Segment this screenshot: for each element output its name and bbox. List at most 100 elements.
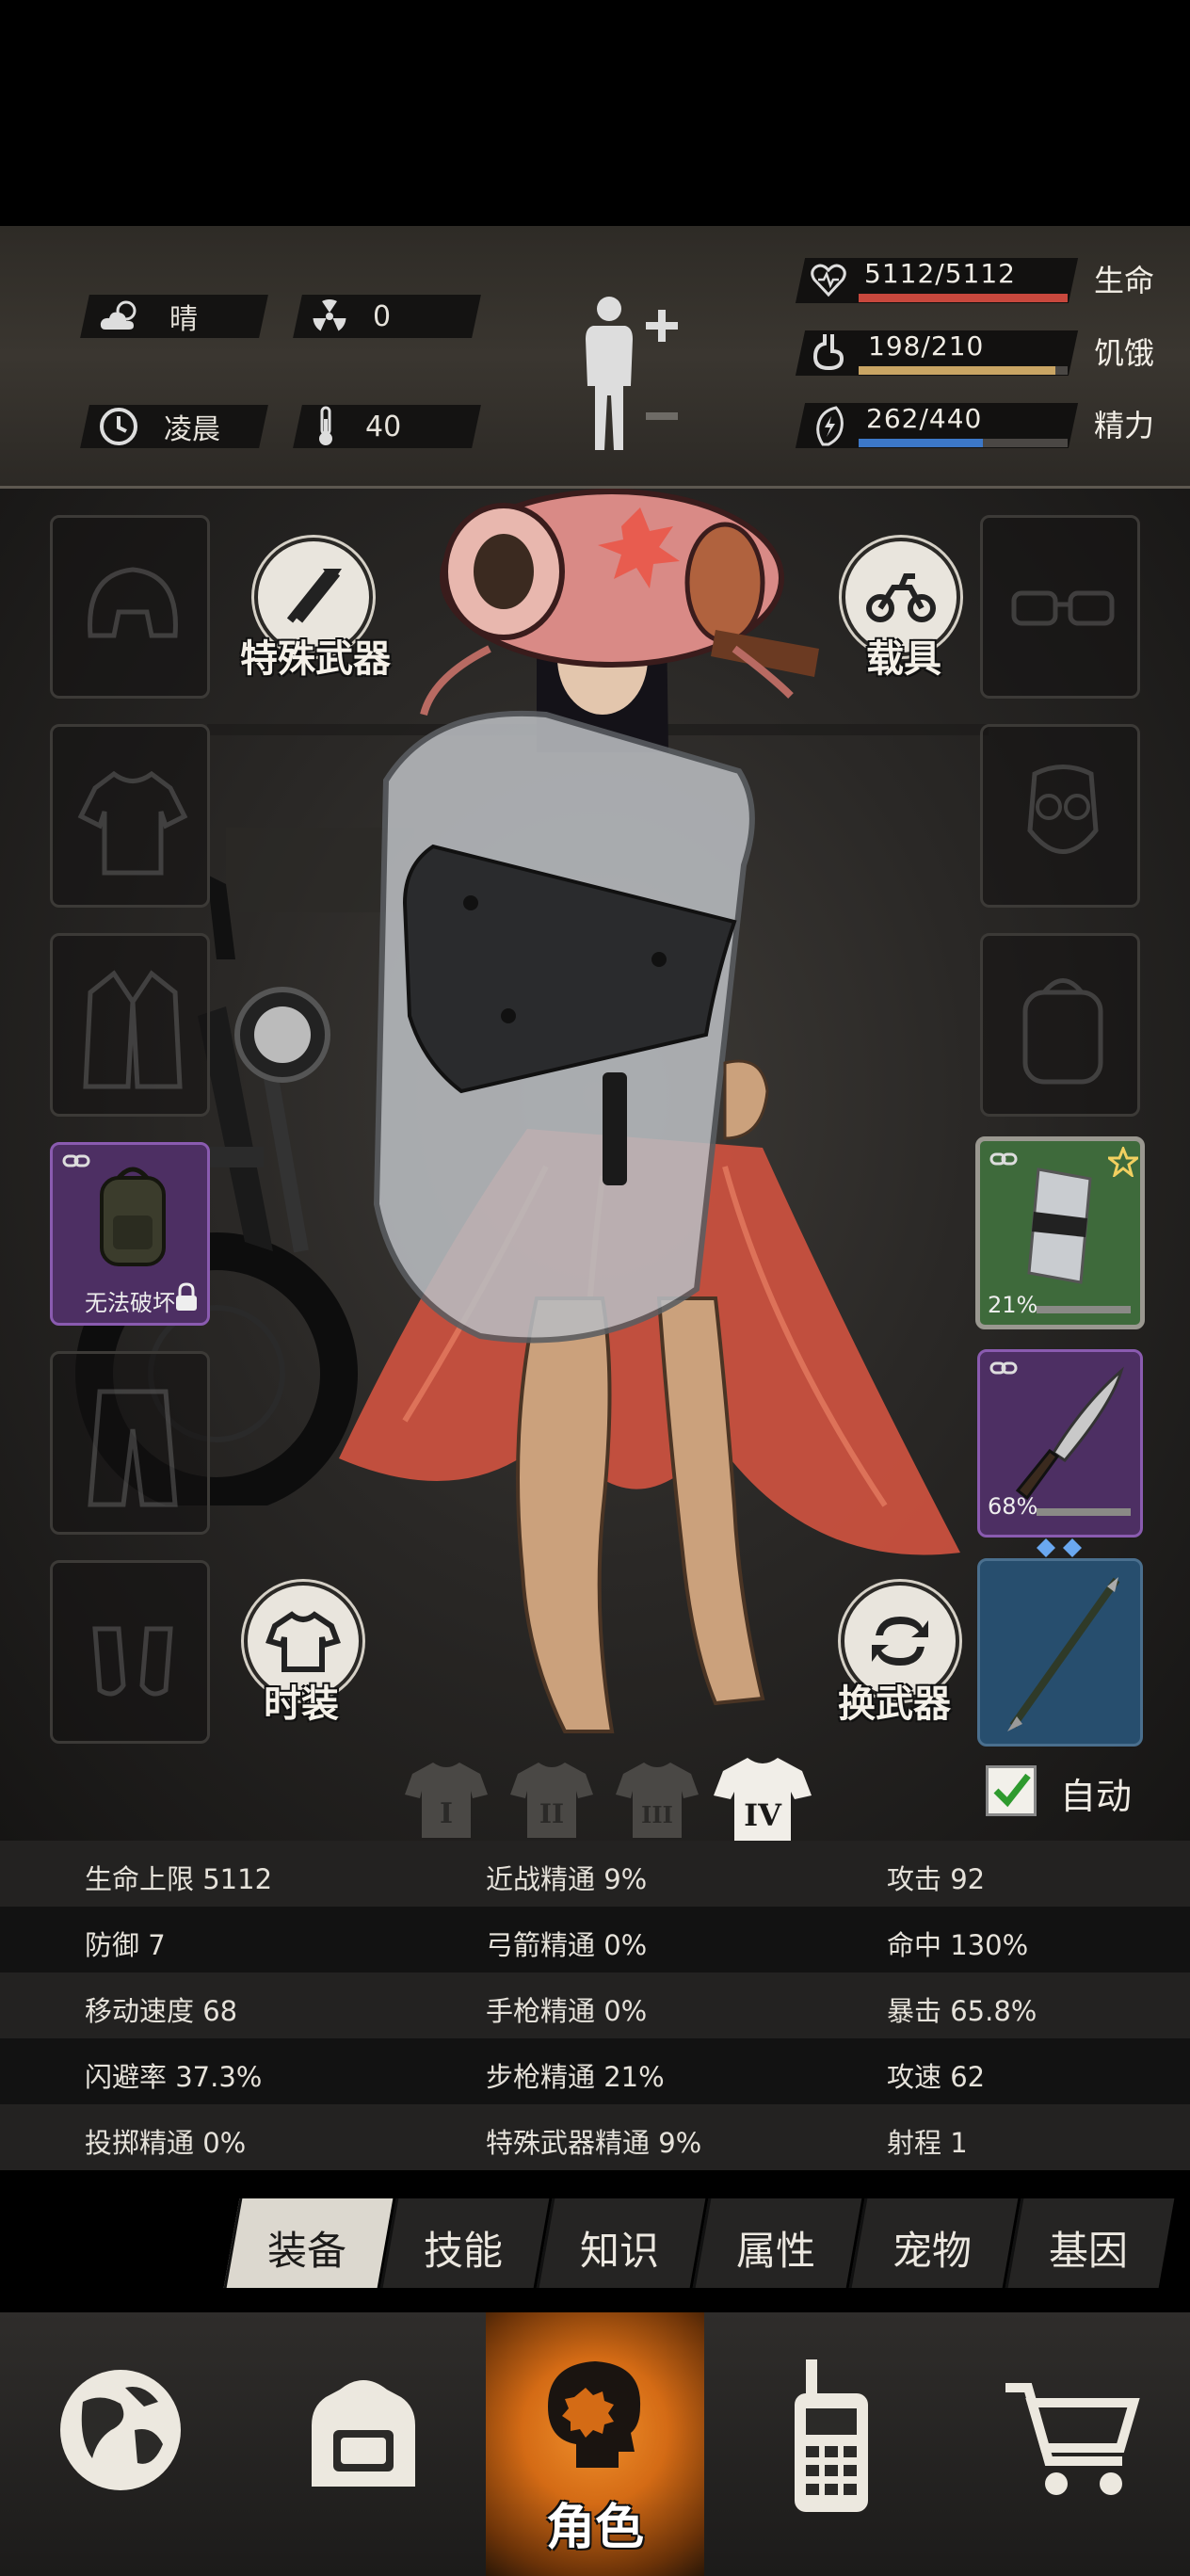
outfit-preset-3[interactable]: III — [614, 1755, 700, 1841]
temperature-value: 40 — [365, 410, 402, 443]
head-profile-icon — [548, 2361, 641, 2468]
nav-backpack[interactable] — [243, 2312, 486, 2576]
shoes-icon — [92, 1626, 173, 1697]
slot-backpack[interactable]: 无法破坏 — [50, 1142, 210, 1326]
stat-crit: 暴击 65.8% — [887, 1995, 1037, 2027]
star-icon — [1108, 1147, 1138, 1177]
stat-dodge: 闪避率 37.3% — [85, 2061, 263, 2093]
bottom-nav: 角色 — [0, 2312, 1190, 2576]
backpack-item-icon — [100, 1167, 166, 1266]
walkie-talkie-icon — [795, 2359, 868, 2512]
weather-indicator: 晴 — [98, 295, 198, 338]
auto-label: 自动 — [1060, 1776, 1133, 1817]
slot-bag[interactable] — [980, 933, 1140, 1117]
vehicle-label: 载具 — [866, 637, 941, 681]
slot-coat[interactable] — [50, 933, 210, 1117]
spear-item-icon — [1007, 1577, 1120, 1731]
tab-skills-label: 技能 — [423, 2228, 503, 2274]
energy-label: 精力 — [1094, 408, 1155, 443]
tab-attributes-label: 属性 — [735, 2228, 815, 2274]
tab-pets-label: 宠物 — [892, 2228, 972, 2274]
stat-range: 射程 1 — [887, 2127, 968, 2159]
character-area: 无法破坏 21% 68% 特殊武器 载具 时装 换武器 I II III IV … — [0, 489, 1190, 1841]
status-panel: 晴 0 凌晨 40 5112/5112 生命 198/210 饥饿 262/44… — [0, 226, 1190, 489]
radiation-value: 0 — [373, 299, 392, 333]
shopping-cart-icon — [1005, 2383, 1140, 2495]
knife-durability-bar — [1037, 1508, 1131, 1516]
stat-bow-mastery: 弓箭精通 0% — [486, 1929, 648, 1961]
auto-checkbox[interactable] — [986, 1765, 1037, 1816]
lock-icon — [176, 1282, 197, 1311]
stat-max-health: 生命上限 5112 — [85, 1863, 273, 1895]
stat-throw-mastery: 投掷精通 0% — [85, 2127, 247, 2159]
stat-special-weapon-mastery: 特殊武器精通 9% — [486, 2127, 702, 2159]
slot-pants[interactable] — [50, 1351, 210, 1535]
shield-durability-bar — [1037, 1306, 1131, 1313]
energy-bar — [859, 439, 1068, 447]
hunger-bar — [859, 366, 1068, 375]
energy-text: 262/440 — [866, 403, 983, 434]
backpack-icon — [312, 2380, 415, 2487]
coat-icon — [83, 970, 183, 1089]
slot-melee-weapon[interactable]: 68% — [977, 1349, 1143, 1557]
slot-shield[interactable]: 21% — [975, 1136, 1145, 1329]
glasses-icon — [1011, 590, 1115, 626]
energy-bar-fill — [859, 439, 984, 447]
body-status-icon[interactable] — [576, 292, 680, 457]
time-value: 凌晨 — [164, 413, 220, 446]
stats-row: 移动速度 68 手枪精通 0% 暴击 65.8% — [0, 1972, 1190, 2038]
hunger-bar-fill — [859, 366, 1056, 375]
shield-durability: 21% — [988, 1292, 1038, 1318]
nav-radio[interactable] — [704, 2312, 947, 2576]
backpack-note: 无法破坏 — [85, 1290, 175, 1316]
slot-mask[interactable] — [980, 724, 1140, 908]
stat-accuracy: 命中 130% — [887, 1929, 1029, 1961]
radiation-icon — [313, 299, 346, 331]
clock-icon — [100, 408, 137, 445]
slot-shoes[interactable] — [50, 1560, 210, 1744]
hunger-label: 饥饿 — [1094, 335, 1155, 371]
tshirt-icon — [265, 1611, 341, 1672]
nav-character-active[interactable]: 角色 — [486, 2312, 704, 2576]
hunger-text: 198/210 — [868, 330, 985, 362]
link-icon — [989, 1152, 1018, 1166]
health-bar-fill — [859, 294, 1068, 302]
outfit-preset-4-numeral: IV — [744, 1797, 782, 1833]
cloud-sun-icon — [100, 300, 137, 330]
outfit-preset-2[interactable]: II — [508, 1755, 595, 1841]
swap-weapon-label: 换武器 — [838, 1682, 951, 1726]
stat-attack-speed: 攻速 62 — [887, 2061, 986, 2093]
outfit-preset-3-numeral: III — [641, 1801, 673, 1828]
outfit-preset-1[interactable]: I — [403, 1755, 490, 1841]
nav-shop[interactable] — [947, 2312, 1190, 2576]
riot-shield-item-icon — [1027, 1167, 1092, 1284]
outfit-preset-4-active[interactable]: IV — [712, 1750, 813, 1841]
stat-melee-mastery: 近战精通 9% — [486, 1863, 648, 1895]
link-icon — [62, 1154, 90, 1167]
heart-icon — [811, 264, 846, 298]
stats-row: 防御 7 弓箭精通 0% 命中 130% — [0, 1907, 1190, 1972]
slot-shirt[interactable] — [50, 724, 210, 908]
stat-pistol-mastery: 手枪精通 0% — [486, 1995, 648, 2027]
temperature-indicator: 40 — [314, 405, 401, 448]
checkmark-icon — [993, 1773, 1031, 1808]
gem-slots-icon — [1037, 1538, 1082, 1557]
slot-secondary-weapon[interactable] — [977, 1558, 1143, 1747]
thermometer-icon — [319, 406, 332, 445]
tab-knowledge-label: 知识 — [579, 2228, 659, 2274]
stat-defense: 防御 7 — [85, 1929, 166, 1961]
weather-value: 晴 — [169, 303, 198, 336]
energy-icon — [816, 406, 844, 446]
motorcycle-icon — [866, 573, 936, 622]
knife-durability: 68% — [988, 1493, 1038, 1520]
slot-glasses[interactable] — [980, 515, 1140, 699]
helmet-icon — [88, 567, 178, 638]
slot-helmet[interactable] — [50, 515, 210, 699]
crossed-tools-icon — [286, 569, 342, 623]
stats-row: 生命上限 5112 近战精通 9% 攻击 92 — [0, 1841, 1190, 1907]
stats-row: 投掷精通 0% 特殊武器精通 9% 射程 1 — [0, 2104, 1190, 2170]
health-label: 生命 — [1094, 263, 1155, 298]
nav-world-map[interactable] — [0, 2312, 243, 2576]
tab-genes-label: 基因 — [1048, 2228, 1128, 2274]
stomach-icon — [812, 334, 844, 371]
